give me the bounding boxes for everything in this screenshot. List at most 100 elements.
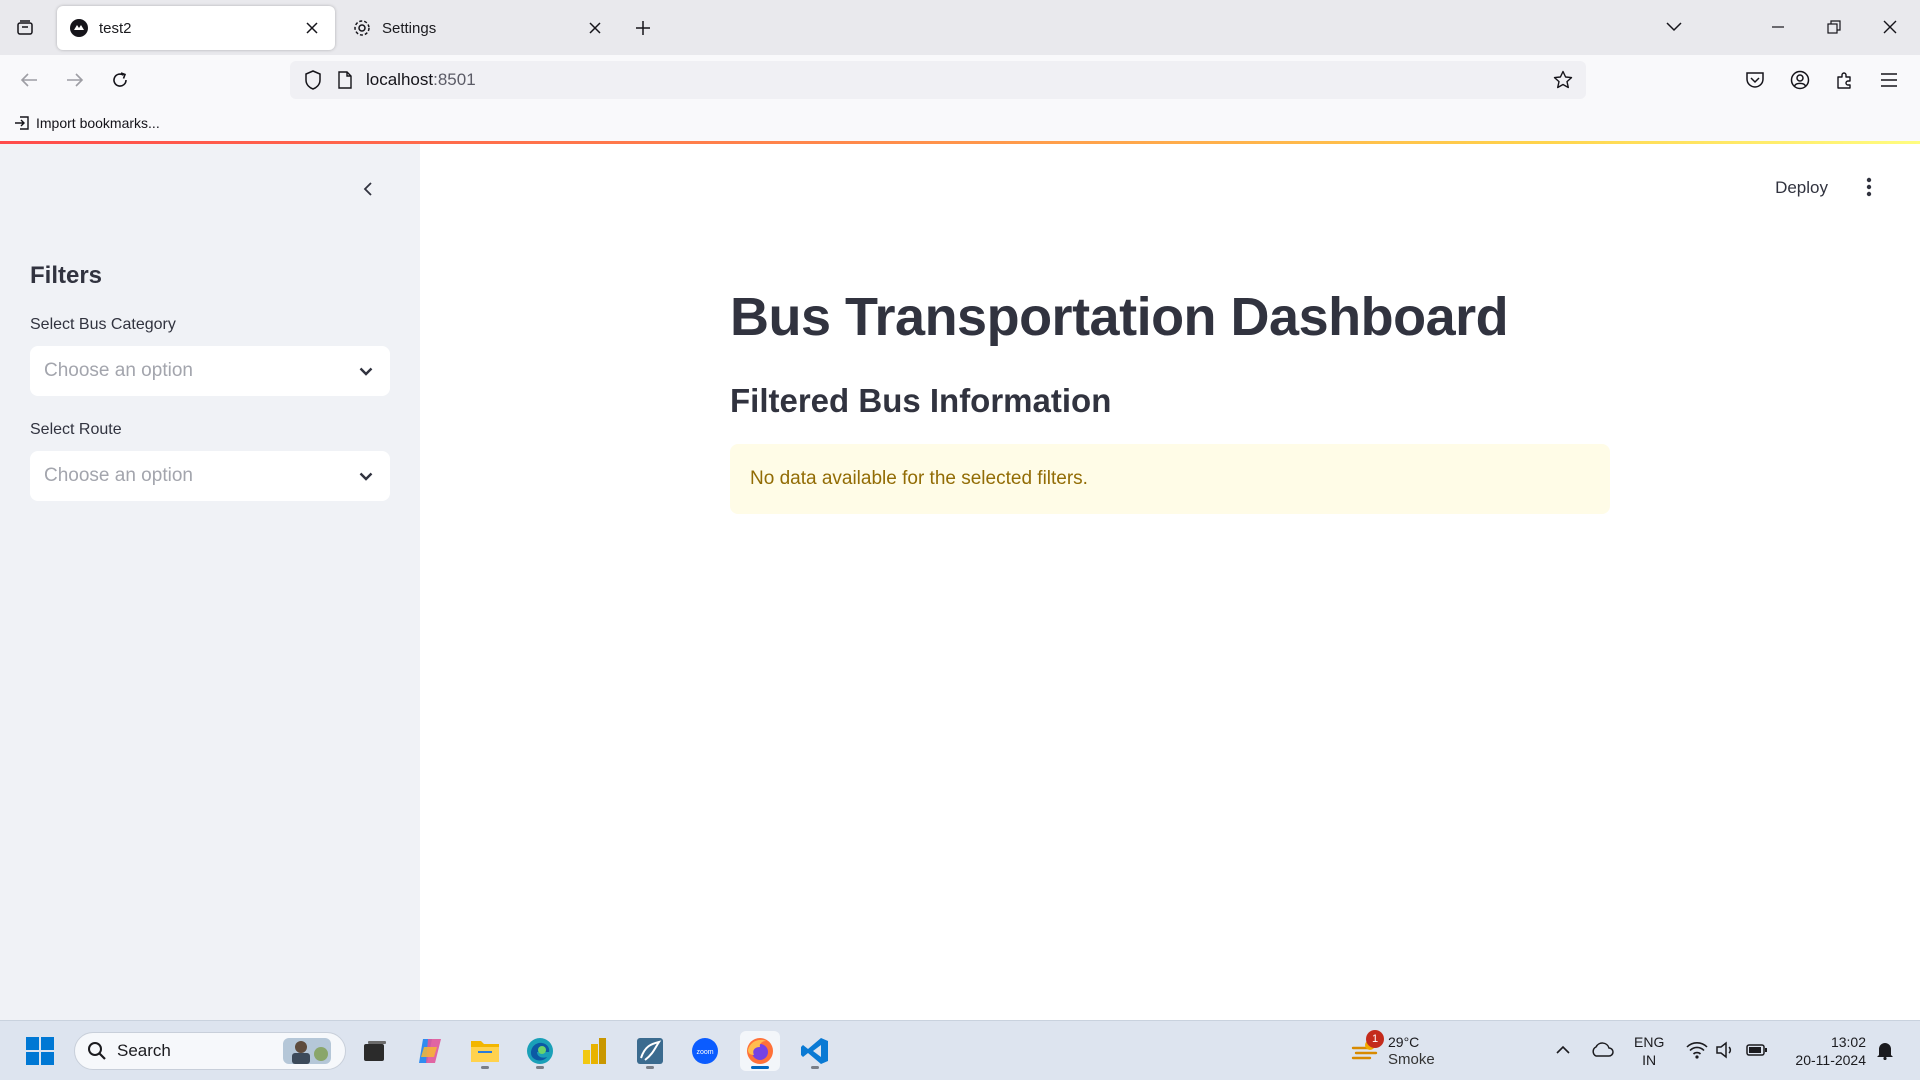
firefox-button[interactable] (740, 1031, 780, 1071)
firefox-view-button[interactable] (10, 13, 40, 43)
sidebar-heading: Filters (30, 262, 103, 289)
weather-widget[interactable]: 1 29°C Smoke (1350, 1030, 1435, 1071)
bus-category-label: Select Bus Category (30, 316, 176, 333)
chevron-up-icon (1556, 1045, 1570, 1054)
language-code: ENG (1634, 1034, 1665, 1050)
restore-button[interactable] (1814, 8, 1854, 46)
reload-button[interactable] (103, 63, 137, 97)
account-button[interactable] (1783, 63, 1817, 97)
running-indicator (751, 1066, 769, 1069)
arrow-left-icon (20, 73, 37, 87)
kebab-menu-icon (1866, 177, 1872, 197)
battery-icon (1746, 1044, 1767, 1056)
task-view-icon (364, 1041, 386, 1061)
firefox-icon (747, 1038, 773, 1064)
system-clock[interactable]: 13:02 20-11-2024 (1782, 1033, 1866, 1069)
clock-time: 13:02 (1830, 1034, 1866, 1050)
power-bi-button[interactable] (575, 1031, 615, 1071)
streamlit-favicon-icon (69, 18, 89, 38)
vscode-button[interactable] (795, 1031, 835, 1071)
weather-text: 29°C Smoke (1388, 1034, 1435, 1068)
cloud-icon (1592, 1042, 1614, 1057)
main-menu-button[interactable] (1854, 172, 1884, 202)
collapse-sidebar-button[interactable] (355, 176, 381, 202)
warning-alert: No data available for the selected filte… (730, 444, 1610, 514)
pocket-button[interactable] (1738, 63, 1772, 97)
hamburger-icon (1881, 73, 1897, 87)
language-region: IN (1642, 1052, 1657, 1068)
star-icon[interactable] (1552, 69, 1574, 91)
show-hidden-icons-button[interactable] (1550, 1037, 1576, 1063)
chevron-down-icon (356, 361, 376, 381)
volume-button[interactable] (1712, 1037, 1738, 1063)
search-icon (88, 1042, 106, 1060)
edge-icon (527, 1038, 553, 1064)
close-tab-icon[interactable] (584, 17, 606, 39)
back-button[interactable] (12, 63, 46, 97)
page-icon[interactable] (334, 69, 356, 91)
copilot-button[interactable] (410, 1031, 450, 1071)
account-icon (1790, 70, 1810, 90)
file-explorer-button[interactable] (465, 1031, 505, 1071)
input-language-indicator[interactable]: ENG IN (1634, 1033, 1664, 1069)
search-label: Search (117, 1041, 171, 1060)
onedrive-button[interactable] (1589, 1037, 1615, 1063)
tab-test2[interactable]: test2 (57, 6, 335, 50)
bookmark-label: Import bookmarks... (36, 115, 160, 131)
mysql-workbench-button[interactable] (630, 1031, 670, 1071)
import-bookmarks-link[interactable]: Import bookmarks... (14, 112, 160, 134)
tab-settings[interactable]: Settings (340, 6, 618, 50)
battery-button[interactable] (1744, 1037, 1770, 1063)
bookmarks-toolbar: Import bookmarks... (0, 105, 1920, 141)
select-placeholder: Choose an option (44, 360, 193, 381)
running-indicator (646, 1066, 654, 1069)
forward-button[interactable] (58, 63, 92, 97)
restore-icon (1827, 20, 1841, 34)
start-button[interactable] (20, 1031, 60, 1071)
folder-icon (471, 1041, 499, 1062)
clock-date: 20-11-2024 (1795, 1052, 1866, 1068)
url-host: localhost (366, 70, 434, 89)
close-tab-icon[interactable] (301, 17, 323, 39)
edge-button[interactable] (520, 1031, 560, 1071)
speaker-icon (1716, 1041, 1732, 1059)
shield-icon[interactable] (302, 69, 324, 91)
taskbar-search[interactable]: Search (74, 1032, 346, 1070)
wifi-button[interactable] (1684, 1037, 1710, 1063)
weather-temp: 29°C (1388, 1034, 1420, 1050)
vscode-icon (801, 1038, 828, 1064)
running-indicator (481, 1066, 489, 1069)
weather-desc: Smoke (1388, 1051, 1435, 1068)
reload-icon (113, 72, 127, 87)
arrow-right-icon (67, 73, 84, 87)
list-all-tabs-button[interactable] (1654, 8, 1694, 46)
browser-tab-strip: test2 Settings (0, 0, 1920, 55)
import-icon (15, 116, 29, 130)
minimize-icon (1772, 26, 1784, 28)
bus-category-select[interactable]: Choose an option (30, 346, 390, 396)
notifications-button[interactable] (1872, 1037, 1898, 1063)
task-view-button[interactable] (355, 1031, 395, 1071)
alert-message: No data available for the selected filte… (750, 468, 1088, 489)
chevron-down-icon (1666, 22, 1682, 32)
wifi-icon (1686, 1042, 1708, 1059)
minimize-button[interactable] (1758, 8, 1798, 46)
zoom-button[interactable]: zoom (685, 1031, 725, 1071)
weather-icon: 1 (1350, 1030, 1384, 1066)
chevron-left-icon (363, 182, 372, 196)
power-bi-icon (583, 1038, 606, 1064)
browser-nav-bar: localhost:8501 (0, 55, 1920, 105)
gear-icon (352, 18, 372, 38)
close-window-button[interactable] (1870, 8, 1910, 46)
deploy-button[interactable]: Deploy (1775, 174, 1828, 202)
search-highlight-icon (283, 1038, 331, 1064)
route-select[interactable]: Choose an option (30, 451, 390, 501)
weather-badge: 1 (1366, 1030, 1384, 1048)
puzzle-icon (1837, 72, 1851, 89)
app-menu-button[interactable] (1872, 63, 1906, 97)
pocket-icon (1746, 72, 1764, 88)
new-tab-button[interactable] (628, 13, 658, 43)
extensions-button[interactable] (1828, 63, 1862, 97)
running-indicator (536, 1066, 544, 1069)
address-bar[interactable]: localhost:8501 (290, 61, 1586, 99)
